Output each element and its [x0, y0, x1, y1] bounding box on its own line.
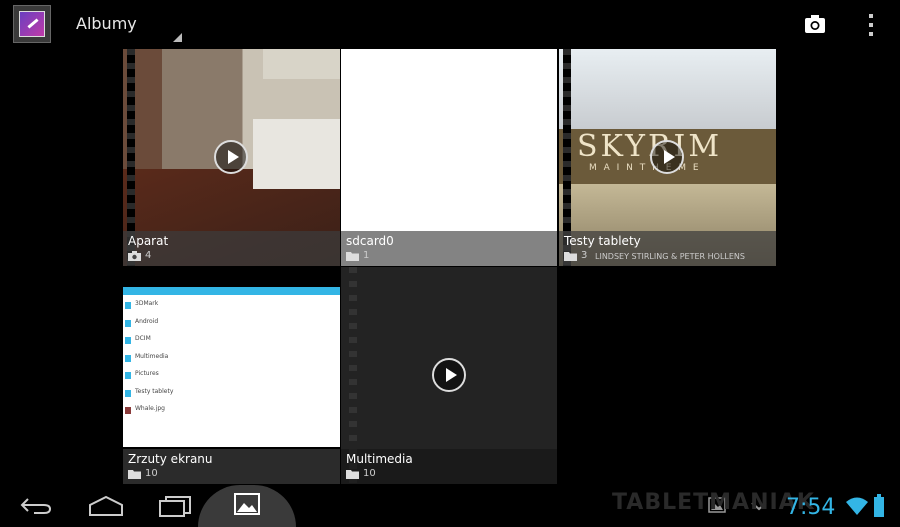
screenshot-list: 3DMark Android DCIM Multimedia Pictures …	[123, 299, 340, 422]
image-icon	[125, 407, 131, 414]
screenshot-row: Pictures	[123, 369, 340, 387]
folder-icon	[128, 470, 141, 479]
gallery-app-button[interactable]	[198, 485, 296, 527]
screenshot-row: Android	[123, 317, 340, 335]
album-tile-sdcard0[interactable]: sdcard0 1	[341, 49, 557, 266]
watermark: TABLETMANIAK	[612, 490, 815, 515]
screenshot-row-label: Whale.jpg	[135, 405, 165, 412]
screenshot-row: Testy tablety	[123, 387, 340, 405]
wifi-icon	[846, 497, 868, 515]
album-name: Multimedia	[346, 452, 413, 466]
album-tile-aparat[interactable]: Aparat 4	[123, 49, 340, 266]
album-tile-testy-tablety[interactable]: SKYRIM M A I N T H E M E Testy tablety 3…	[559, 49, 776, 266]
recent-apps-icon[interactable]	[158, 495, 192, 517]
album-caption: Testy tablety 3 LINDSEY STIRLING & PETER…	[559, 231, 776, 266]
album-name: Zrzuty ekranu	[128, 452, 213, 466]
folder-icon	[346, 470, 359, 479]
screenshot-header	[123, 287, 340, 295]
image-icon	[234, 493, 260, 515]
screenshot-row: Multimedia	[123, 352, 340, 370]
folder-icon	[125, 337, 131, 344]
photo-window	[263, 49, 340, 79]
album-tile-zrzuty-ekranu[interactable]: 3DMark Android DCIM Multimedia Pictures …	[123, 267, 340, 484]
album-tile-multimedia[interactable]: Multimedia 10	[341, 267, 557, 484]
back-icon[interactable]	[20, 497, 52, 515]
album-spinner-title[interactable]: Albumy	[76, 14, 137, 33]
album-name: Testy tablety	[564, 234, 641, 248]
album-caption: Zrzuty ekranu 10	[123, 449, 340, 484]
skyrim-credit: LINDSEY STIRLING & PETER HOLLENS	[595, 252, 745, 261]
screenshot-row-label: DCIM	[135, 335, 151, 342]
skyrim-snow-bg	[559, 49, 776, 129]
screenshot-row: Whale.jpg	[123, 404, 340, 422]
skyrim-subtitle: M A I N T H E M E	[589, 163, 701, 173]
screenshot-row-label: Multimedia	[135, 352, 169, 360]
overflow-menu-icon[interactable]	[864, 12, 878, 38]
play-icon[interactable]	[650, 140, 684, 174]
folder-icon	[125, 354, 131, 362]
screenshot-row-label: 3DMark	[135, 300, 159, 307]
folder-icon	[125, 372, 131, 379]
album-name: sdcard0	[346, 234, 394, 248]
spinner-dropdown-indicator[interactable]	[173, 33, 182, 42]
camera-icon	[128, 251, 141, 261]
album-caption: Multimedia 10	[341, 449, 557, 484]
album-count: 3	[581, 250, 588, 261]
play-icon[interactable]	[214, 140, 248, 174]
play-icon[interactable]	[432, 358, 466, 392]
album-caption: sdcard0 1	[341, 231, 557, 266]
home-icon[interactable]	[88, 495, 124, 517]
album-count: 10	[145, 468, 158, 479]
photo-printer	[253, 119, 340, 189]
album-count: 4	[145, 250, 152, 261]
action-bar: Albumy	[0, 0, 900, 50]
screenshot-row-label: Pictures	[135, 370, 159, 377]
gallery-app-icon[interactable]	[13, 5, 51, 43]
folder-icon	[125, 302, 131, 309]
folder-icon	[346, 252, 359, 261]
screenshot-row-label: Android	[135, 317, 159, 325]
screenshot-row-label: Testy tablety	[135, 387, 174, 395]
album-count: 1	[363, 250, 370, 261]
folder-icon	[125, 319, 131, 327]
folder-icon	[125, 389, 131, 397]
folder-icon	[564, 252, 577, 261]
screenshot-row: 3DMark	[123, 299, 340, 317]
camera-icon[interactable]	[803, 12, 827, 36]
screenshot-row: DCIM	[123, 334, 340, 352]
battery-icon	[874, 494, 884, 517]
screenshot-preview: 3DMark Android DCIM Multimedia Pictures …	[123, 287, 340, 447]
album-name: Aparat	[128, 234, 169, 248]
album-caption: Aparat 4	[123, 231, 340, 266]
album-count: 10	[363, 468, 376, 479]
status-clock[interactable]: 7:54	[786, 495, 835, 520]
